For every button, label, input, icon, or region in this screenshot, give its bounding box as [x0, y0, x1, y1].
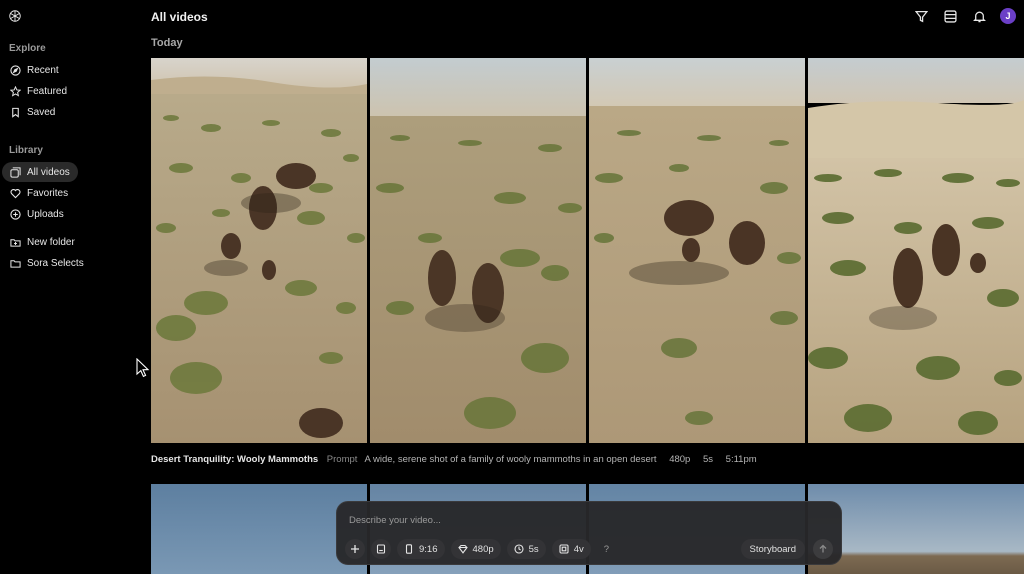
sidebar-item-all-videos[interactable]: All videos: [2, 162, 78, 182]
video-thumbnail[interactable]: [589, 58, 805, 443]
page-title: All videos: [151, 10, 208, 24]
video-title[interactable]: Desert Tranquility: Wooly Mammoths: [151, 454, 318, 465]
resolution-value: 480p: [669, 454, 691, 465]
presets-icon: [376, 544, 386, 554]
video-caption: Desert Tranquility: Wooly Mammoths Promp…: [151, 454, 757, 465]
sidebar-item-recent[interactable]: Recent: [2, 60, 78, 80]
resolution-value: 480p: [472, 543, 494, 555]
video-thumbnail[interactable]: [151, 58, 367, 443]
list-view-icon: [943, 9, 957, 23]
arrow-up-icon: [819, 544, 827, 553]
variations-icon: [559, 544, 569, 554]
video-thumbnail[interactable]: [808, 58, 1024, 443]
submit-button[interactable]: [813, 539, 833, 559]
help-button[interactable]: ?: [597, 539, 616, 559]
top-toolbar: J: [913, 8, 1016, 24]
sidebar-item-label: All videos: [27, 166, 70, 178]
video-thumbnail[interactable]: [370, 58, 586, 443]
date-section-label: Today: [151, 37, 183, 49]
prompt-text: A wide, serene shot of a family of wooly…: [364, 454, 657, 465]
sidebar-item-featured[interactable]: Featured: [2, 81, 78, 101]
sidebar-item-label: Recent: [27, 64, 59, 76]
sidebar-item-favorites[interactable]: Favorites: [2, 183, 78, 203]
sidebar-item-label: New folder: [27, 236, 75, 248]
video-thumbnail[interactable]: [151, 484, 367, 574]
aspect-ratio-button[interactable]: 9:16: [397, 539, 445, 559]
user-avatar[interactable]: J: [1000, 8, 1016, 24]
presets-button[interactable]: [371, 539, 391, 559]
filter-button[interactable]: [913, 8, 929, 24]
filter-icon: [914, 10, 928, 22]
storyboard-button[interactable]: Storyboard: [740, 539, 805, 559]
describe-video-input[interactable]: [349, 515, 829, 526]
compass-icon: [10, 64, 21, 76]
duration-value: 5s: [528, 543, 539, 555]
phone-icon: [405, 544, 413, 554]
sidebar-item-label: Sora Selects: [27, 257, 84, 269]
star-icon: [10, 85, 21, 97]
sidebar: Explore Recent Featured Saved Library Al…: [0, 0, 140, 574]
sidebar-item-sora-selects[interactable]: Sora Selects: [2, 253, 102, 273]
videos-icon: [10, 166, 21, 178]
bell-icon: [972, 11, 986, 22]
mammoths-scene-image: [589, 58, 805, 443]
duration-value: 5s: [702, 454, 714, 465]
add-button[interactable]: [345, 539, 365, 559]
view-toggle-button[interactable]: [942, 8, 958, 24]
openai-logo-icon[interactable]: [8, 9, 22, 23]
clock-icon: [514, 544, 524, 554]
explore-section-title: Explore: [9, 43, 46, 54]
aspect-ratio-value: 9:16: [419, 543, 438, 555]
folder-icon: [10, 259, 21, 268]
mouse-cursor-icon: [136, 358, 150, 378]
notifications-button[interactable]: [971, 8, 987, 24]
prompt-label: Prompt: [326, 454, 358, 465]
sidebar-item-new-folder[interactable]: New folder: [2, 232, 102, 252]
mammoths-scene-image: [151, 58, 367, 443]
timestamp: 5:11pm: [725, 454, 757, 465]
sidebar-item-saved[interactable]: Saved: [2, 102, 78, 122]
sidebar-item-label: Saved: [27, 106, 56, 118]
mammoths-scene-image: [808, 58, 1024, 443]
video-preview-image: [151, 484, 367, 574]
resolution-button[interactable]: 480p: [450, 539, 501, 559]
plus-icon: [351, 545, 359, 553]
composer-toolbar: 9:16 480p 5s 4v ?: [345, 539, 616, 559]
prompt-composer: 9:16 480p 5s 4v ? Storyboard: [336, 501, 842, 565]
video-grid-row: [151, 58, 1024, 443]
new-folder-icon: [10, 238, 21, 247]
variations-value: 4v: [573, 543, 584, 555]
variations-button[interactable]: 4v: [551, 539, 591, 559]
sidebar-item-uploads[interactable]: Uploads: [2, 204, 78, 224]
sidebar-item-label: Uploads: [27, 208, 64, 220]
upload-icon: [10, 208, 21, 220]
library-section-title: Library: [9, 145, 43, 156]
sidebar-item-label: Favorites: [27, 187, 69, 199]
bookmark-icon: [12, 107, 19, 118]
sidebar-item-label: Featured: [27, 85, 68, 97]
heart-icon: [10, 188, 21, 198]
diamond-icon: [457, 544, 468, 554]
duration-button[interactable]: 5s: [506, 539, 546, 559]
mammoths-scene-image: [370, 58, 586, 443]
